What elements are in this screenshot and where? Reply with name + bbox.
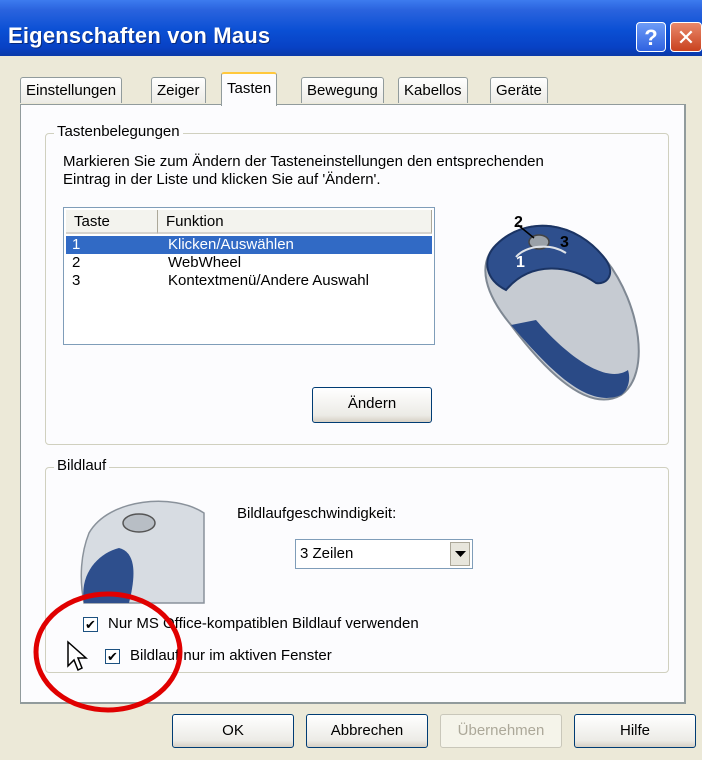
row-function: WebWheel <box>168 254 242 271</box>
scroll-speed-dropdown[interactable]: 3 Zeilen <box>295 539 473 569</box>
apply-button[interactable]: Übernehmen <box>440 714 562 748</box>
row-key: 2 <box>72 254 81 271</box>
help-title-button[interactable]: ? <box>636 22 666 52</box>
list-row-1[interactable]: 1 Klicken/Auswählen <box>66 236 432 254</box>
tab-tasten[interactable]: Tasten <box>221 72 278 106</box>
scroll-speed-value: 3 Zeilen <box>300 545 354 562</box>
tab-einstellungen[interactable]: Einstellungen <box>20 77 123 103</box>
description-line-1: Markieren Sie zum Ändern der Tasteneinst… <box>63 153 544 170</box>
list-header: Taste Funktion <box>66 210 432 234</box>
row-key: 3 <box>72 272 81 289</box>
close-button[interactable]: ✕ <box>670 22 702 52</box>
list-row-3[interactable]: 3 Kontextmenü/Andere Auswahl <box>66 272 432 290</box>
mouse-label-3: 3 <box>560 234 569 251</box>
tab-zeiger[interactable]: Zeiger <box>151 77 206 103</box>
group-title-bildlauf: Bildlauf <box>54 457 110 474</box>
description-line-2: Eintrag in der Liste und klicken Sie auf… <box>63 171 381 188</box>
change-button[interactable]: Ändern <box>312 387 432 423</box>
scroll-speed-label: Bildlaufgeschwindigkeit: <box>237 505 397 522</box>
ok-button[interactable]: OK <box>172 714 294 748</box>
chevron-down-icon[interactable] <box>450 542 470 566</box>
mouse-label-1: 1 <box>516 254 525 271</box>
column-header-taste[interactable]: Taste <box>66 210 158 234</box>
group-title-tastenbelegungen: Tastenbelegungen <box>54 123 183 140</box>
list-row-2[interactable]: 2 WebWheel <box>66 254 432 272</box>
tab-kabellos[interactable]: Kabellos <box>398 77 468 103</box>
column-header-funktion[interactable]: Funktion <box>158 210 432 234</box>
mouse-illustration: 2 1 3 <box>484 214 640 401</box>
row-key: 1 <box>72 236 81 253</box>
highlight-circle <box>33 591 183 713</box>
cancel-button[interactable]: Abbrechen <box>306 714 428 748</box>
tab-geraete[interactable]: Geräte <box>490 77 548 103</box>
row-function: Klicken/Auswählen <box>168 236 294 253</box>
row-function: Kontextmenü/Andere Auswahl <box>168 272 369 289</box>
mouse-cursor-icon <box>67 640 88 672</box>
title-bar[interactable]: Eigenschaften von Maus ? ✕ <box>0 0 702 56</box>
button-function-list[interactable]: Taste Funktion 1 Klicken/Auswählen 2 Web… <box>63 207 435 345</box>
window-title: Eigenschaften von Maus <box>8 23 271 48</box>
help-button[interactable]: Hilfe <box>574 714 696 748</box>
tab-bewegung[interactable]: Bewegung <box>301 77 384 103</box>
